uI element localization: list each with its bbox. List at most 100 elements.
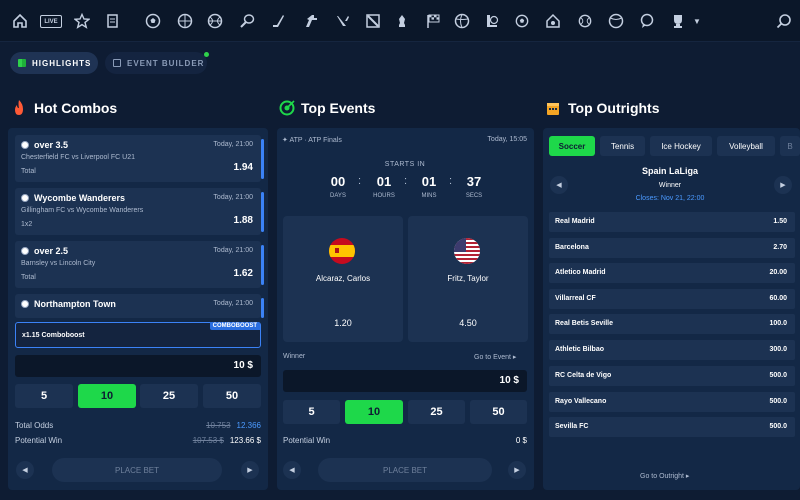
hockey-icon[interactable]: [269, 11, 289, 31]
outright-row[interactable]: Barcelona 2.70: [549, 238, 795, 258]
outright-row[interactable]: Sevilla FC 500.0: [549, 417, 795, 437]
leg-time: Today, 21:00: [213, 194, 253, 201]
comboboost-box: x1.15 Comboboost COMBOBOOST: [15, 322, 261, 348]
outright-row[interactable]: Real Betis Seville 100.0: [549, 314, 795, 334]
etennis-icon[interactable]: [606, 11, 626, 31]
go-to-event-label: Go to Event: [474, 354, 511, 361]
calendar-icon: [546, 100, 560, 116]
stake-chip-selected[interactable]: 10: [78, 384, 136, 408]
outright-row[interactable]: Athletic Bilbao 300.0: [549, 340, 795, 360]
go-to-outright-label: Go to Outright: [640, 473, 684, 480]
betslip-icon[interactable]: [103, 11, 123, 31]
outright-odds: 300.0: [769, 346, 787, 353]
star-icon[interactable]: [72, 11, 92, 31]
potential-win-old: 107.53 $: [192, 436, 224, 445]
combo-leg[interactable]: Northampton Town Today, 21:00: [15, 294, 264, 318]
leg-market: 1x2: [21, 221, 33, 228]
outright-tab-soccer[interactable]: Soccer: [549, 136, 595, 156]
place-bet-button[interactable]: PLACE BET: [52, 458, 222, 482]
live-icon[interactable]: LIVE: [40, 15, 62, 28]
prev-combo-button[interactable]: ◀: [16, 461, 34, 479]
leg-indicator: [261, 192, 264, 232]
leg-selection: Northampton Town: [34, 299, 116, 309]
tab-highlights[interactable]: HIGHLIGHTS: [10, 52, 98, 74]
soccer-ball-icon: [21, 247, 29, 255]
outright-row[interactable]: Atletico Madrid 20.00: [549, 263, 795, 283]
tennis-icon[interactable]: [237, 11, 257, 31]
cup-icon[interactable]: [668, 11, 688, 31]
go-to-outright-link[interactable]: Go to Outright ▸: [640, 472, 689, 480]
lol-icon[interactable]: [482, 11, 502, 31]
potential-win-label: Potential Win: [283, 436, 331, 445]
go-to-event-link[interactable]: Go to Event ▸: [474, 353, 516, 361]
potential-win-value: 0 $: [515, 436, 527, 445]
stake-chip[interactable]: 50: [203, 384, 261, 408]
stake-chip[interactable]: 5: [15, 384, 73, 408]
outright-team: Real Madrid: [555, 218, 595, 225]
leg-time: Today, 21:00: [213, 300, 253, 307]
stake-input[interactable]: 10 $: [15, 355, 261, 377]
prev-event-button[interactable]: ◀: [283, 461, 301, 479]
soccer-icon[interactable]: [143, 11, 163, 31]
chat-icon[interactable]: [637, 11, 657, 31]
total-odds-value: 10.753 12.366: [206, 421, 261, 430]
stake-chip[interactable]: 25: [408, 400, 465, 424]
player-name: Alcaraz, Carlos: [315, 274, 371, 283]
place-bet-button[interactable]: PLACE BET: [318, 458, 492, 482]
outright-team: Barcelona: [555, 244, 589, 251]
basketball-icon[interactable]: [205, 11, 225, 31]
stake-chip[interactable]: 5: [283, 400, 340, 424]
calendar-icon: [113, 59, 121, 67]
player-card-alcaraz[interactable]: Alcaraz, Carlos 1.20: [283, 216, 403, 342]
ebasketball-icon[interactable]: [543, 11, 563, 31]
next-league-button[interactable]: ▶: [774, 176, 792, 194]
stake-chip-selected[interactable]: 10: [345, 400, 403, 424]
csgo-icon[interactable]: [301, 11, 321, 31]
next-event-button[interactable]: ▶: [508, 461, 526, 479]
outright-row[interactable]: Rayo Vallecano 500.0: [549, 392, 795, 412]
stake-input[interactable]: 10 $: [283, 370, 527, 392]
player-odds: 4.50: [459, 318, 477, 328]
chess-icon[interactable]: [392, 11, 412, 31]
leg-title: over 3.5: [21, 140, 68, 150]
valorant-icon[interactable]: [333, 11, 353, 31]
stake-chip[interactable]: 25: [140, 384, 198, 408]
combo-leg[interactable]: over 3.5 Today, 21:00 Chesterfield FC vs…: [15, 135, 264, 182]
outright-tab-ice-hockey[interactable]: Ice Hockey: [650, 136, 712, 156]
outright-row[interactable]: Real Madrid 1.50: [549, 212, 795, 232]
outright-team: Atletico Madrid: [555, 269, 606, 276]
potential-win-label: Potential Win: [15, 436, 63, 445]
leg-selection: over 3.5: [34, 140, 69, 150]
leg-title: Northampton Town: [21, 299, 116, 309]
stake-value: 10 $: [233, 360, 253, 371]
caret-right-icon: ▸: [685, 473, 690, 480]
stake-value: 10 $: [499, 375, 519, 386]
tab-event-builder[interactable]: EVENT BUILDER: [105, 52, 207, 74]
outright-row[interactable]: Villarreal CF 60.00: [549, 289, 795, 309]
combo-leg[interactable]: over 2.5 Today, 21:00 Barnsley vs Lincol…: [15, 241, 264, 288]
countdown-secs: 37: [466, 174, 482, 189]
esports-icon[interactable]: [575, 11, 595, 31]
player-card-fritz[interactable]: Fritz, Taylor 4.50: [408, 216, 528, 342]
prev-league-button[interactable]: ◀: [550, 176, 568, 194]
outright-team: Sevilla FC: [555, 423, 589, 430]
esoccer-icon[interactable]: [512, 11, 532, 31]
volleyball-icon[interactable]: [452, 11, 472, 31]
outright-tab-volleyball[interactable]: Volleyball: [717, 136, 775, 156]
tab-event-builder-label: EVENT BUILDER: [127, 58, 205, 68]
outright-team: Villarreal CF: [555, 295, 596, 302]
search-icon[interactable]: [774, 11, 794, 31]
dota-icon[interactable]: [363, 11, 383, 31]
next-combo-button[interactable]: ▶: [241, 461, 259, 479]
outright-row[interactable]: RC Celta de Vigo 500.0: [549, 366, 795, 386]
chevron-down-icon[interactable]: ▼: [693, 17, 701, 26]
outright-tab-more[interactable]: B: [780, 136, 800, 156]
stake-chip[interactable]: 50: [470, 400, 527, 424]
outright-tab-tennis[interactable]: Tennis: [600, 136, 645, 156]
racing-flag-icon[interactable]: [423, 11, 443, 31]
home-icon[interactable]: [10, 11, 30, 31]
basketball-globe-icon[interactable]: [175, 11, 195, 31]
combo-leg[interactable]: Wycombe Wanderers Today, 21:00 Gillingha…: [15, 188, 264, 235]
top-events-heading: Top Events: [279, 100, 375, 116]
total-odds-new: 12.366: [236, 421, 261, 430]
